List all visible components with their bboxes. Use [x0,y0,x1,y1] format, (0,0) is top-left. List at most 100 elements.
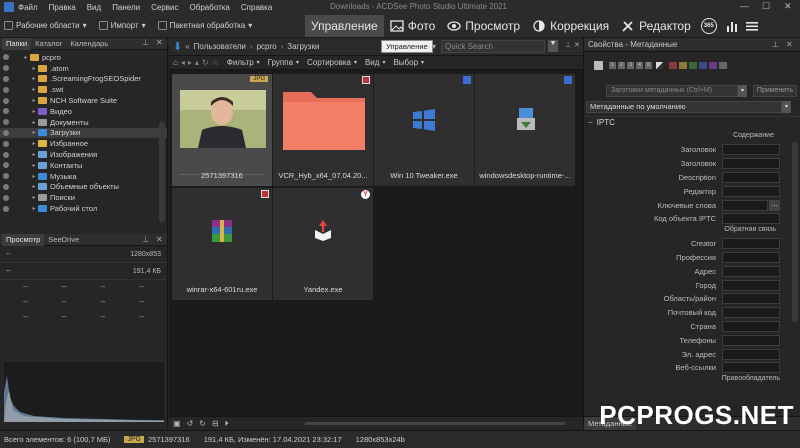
expand-icon[interactable]: ▸ [30,108,38,115]
expand-icon[interactable]: ▸ [30,119,38,126]
rotate-right-icon[interactable]: ↻ [199,419,206,428]
folder-pin-icon[interactable] [3,151,9,158]
metadata-field-input[interactable] [722,185,780,197]
folder-tree-item[interactable]: ▸ Видео [0,106,167,117]
folder-pin-icon[interactable] [3,140,9,147]
menu-panels[interactable]: Панели [112,3,140,12]
tab-seedrive[interactable]: SeeDrive [44,234,83,246]
minimize-icon[interactable]: — [740,1,749,11]
rating-1-icon[interactable]: 1 [609,61,616,69]
folder-pin-icon[interactable] [3,194,9,201]
metadata-field-input[interactable] [722,199,768,211]
folder-pin-icon[interactable] [3,108,9,115]
365-button[interactable]: 365 [700,18,717,34]
chevron-down-icon[interactable]: ▾ [782,101,791,113]
dashboard-icon[interactable] [725,19,739,33]
folder-pin-icon[interactable] [3,162,9,169]
color-label-yellow[interactable] [679,61,687,69]
metadata-field-input[interactable] [722,251,780,263]
apply-button[interactable]: Применить [753,85,797,97]
menu-view[interactable]: Вид [87,3,101,12]
folder-pin-icon[interactable] [3,183,9,190]
folder-pin-icon[interactable] [3,97,9,104]
breadcrumb-pcpro[interactable]: pcpro [257,42,277,51]
folder-tree-item[interactable]: ▸ .swt [0,84,167,95]
expand-icon[interactable]: ▸ [30,65,38,72]
expand-icon[interactable]: ▸ [30,183,38,190]
import-button[interactable]: Импорт ▾ [98,21,146,30]
color-label-red[interactable] [669,61,677,69]
folder-tree-item[interactable]: ▸ Поиски [0,192,167,203]
rating-4-icon[interactable]: 4 [636,61,643,69]
breadcrumb-downloads[interactable]: Загрузки [287,42,319,51]
filter-icon[interactable]: ▼ [548,40,558,52]
file-thumbnail[interactable]: VCR_Hyb_x64_07.04.20... [273,74,373,186]
expand-icon[interactable]: ▸ [30,75,38,82]
folder-tree-item[interactable]: ▸ Избранное [0,138,167,149]
folder-tree-item[interactable]: ▸ Изображения [0,149,167,160]
expand-icon[interactable]: ▸ [30,151,38,158]
breadcrumb-users[interactable]: Пользователи [194,42,246,51]
tab-calendar[interactable]: Календарь [66,38,112,50]
folder-tree-item[interactable]: ▸ Рабочий стол [0,203,167,214]
folder-pin-icon[interactable] [3,75,9,82]
pin-icon[interactable]: ⊥ [142,235,149,244]
folder-tree-item[interactable]: ▸ Загрузки [0,127,167,139]
expand-icon[interactable]: ▸ [30,194,38,201]
metadata-scrollbar[interactable] [792,142,798,322]
back-icon[interactable]: ◂ [181,58,185,67]
workspaces-button[interactable]: Рабочие области ▾ [4,21,87,30]
mode-manage-button[interactable]: Управление [305,15,384,37]
chevron-left-icon[interactable]: « [185,42,189,51]
view-menu[interactable]: Вид [365,58,379,67]
folder-tree-item[interactable]: ▸ NCH Software Suite [0,95,167,106]
sort-menu[interactable]: Сортировка [307,58,351,67]
metadata-field-input[interactable] [722,238,780,250]
expand-icon[interactable]: ▸ [30,97,38,104]
rating-5-icon[interactable]: 5 [645,61,652,69]
tag-checkbox[interactable] [594,60,603,70]
metadata-field-input[interactable] [722,362,780,374]
pin-icon[interactable]: ⊥ [142,38,149,47]
select-menu[interactable]: Выбор [393,58,418,67]
image-basket-icon[interactable]: ▣ [173,419,181,428]
color-label-none[interactable] [719,61,727,69]
refresh-icon[interactable]: ↻ [202,58,209,67]
menu-process[interactable]: Обработка [190,3,230,12]
zoom-slider[interactable] [305,422,565,425]
close-icon[interactable]: ✕ [574,41,580,49]
keywords-browse-button[interactable]: ... [769,199,780,211]
expand-icon[interactable]: ▸ [30,173,38,180]
metadata-field-input[interactable] [722,171,780,183]
tab-catalog[interactable]: Каталог [31,38,66,50]
menu-file[interactable]: Файл [18,3,38,12]
folder-pin-icon[interactable] [3,173,9,180]
close-icon[interactable]: ✕ [156,38,163,47]
tab-folders[interactable]: Папки [2,37,32,50]
menu-help[interactable]: Справка [241,3,272,12]
close-icon[interactable]: ✕ [156,235,163,244]
folder-pin-icon[interactable] [3,129,9,136]
folder-pin-icon[interactable] [3,54,9,61]
metadata-field-input[interactable] [722,307,780,319]
up-icon[interactable]: ▴ [195,58,199,67]
close-icon[interactable]: ✕ [784,1,792,12]
color-label-purple[interactable] [709,61,717,69]
clear-rating-icon[interactable] [656,61,663,69]
metadata-field-input[interactable] [722,279,780,291]
expand-icon[interactable]: ▸ [30,129,38,136]
maximize-icon[interactable]: ☐ [762,1,770,12]
pin-icon[interactable]: ⊥ [565,41,571,49]
expand-icon[interactable]: ▸ [30,162,38,169]
expand-icon[interactable]: ▸ [22,54,30,61]
file-thumbnail[interactable]: JPG 2571397316 [172,74,272,186]
rating-2-icon[interactable]: 2 [618,61,625,69]
metadata-view-select[interactable]: Метаданные по умолчанию [586,101,782,113]
folder-tree-scrollbar[interactable] [159,122,165,222]
history-icon[interactable]: ▾ [432,42,436,51]
group-menu[interactable]: Группа [268,58,293,67]
chevron-down-icon[interactable]: ▾ [738,85,747,97]
folder-tree-item[interactable]: ▸ Объемные объекты [0,182,167,193]
metadata-field-input[interactable] [722,158,780,170]
folder-pin-icon[interactable] [3,65,9,72]
